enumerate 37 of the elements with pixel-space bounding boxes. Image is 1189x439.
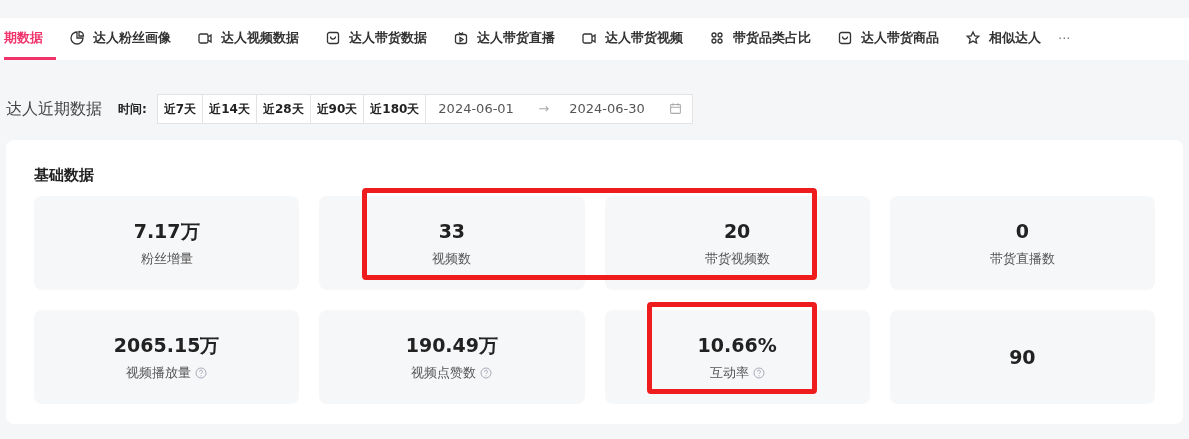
tab[interactable]: 期数据	[4, 18, 56, 60]
stat-value: 10.66%	[697, 333, 777, 359]
live-stream-icon	[453, 29, 469, 46]
star-icon	[965, 29, 981, 46]
time-label: 时间:	[118, 100, 147, 118]
stat-value: 90	[1009, 344, 1036, 370]
stat-label: 互动率	[709, 363, 749, 382]
stat-label: 视频点赞数	[411, 363, 477, 382]
stat-value: 20	[723, 219, 751, 245]
help-icon[interactable]	[480, 367, 493, 380]
stat-value: 33	[438, 219, 466, 245]
stat-label: 视频播放量	[126, 363, 192, 382]
help-icon[interactable]	[195, 367, 208, 380]
tab[interactable]: 达人带货直播	[440, 18, 568, 60]
tab[interactable]: 达人带货商品	[824, 18, 952, 60]
stat-label: 带货直播数	[989, 249, 1055, 268]
tab[interactable]: 达人带货视频	[568, 18, 696, 60]
help-icon[interactable]	[752, 367, 765, 380]
tab[interactable]: 相似达人	[952, 18, 1054, 60]
tab[interactable]: 带货品类占比	[696, 18, 824, 60]
stat-value: 0	[1015, 219, 1029, 245]
stat-value: 2065.15万	[113, 333, 220, 359]
bag-icon	[837, 29, 853, 46]
section-title: 达人近期数据	[6, 97, 102, 120]
tab[interactable]: 达人视频数据	[184, 18, 312, 60]
more-button[interactable]: ···	[1054, 18, 1075, 60]
bag-icon	[325, 29, 341, 46]
grid-icon	[709, 29, 725, 46]
stat-label: 带货视频数	[704, 249, 770, 268]
stat-value: 190.49万	[405, 333, 499, 359]
pie-chart-icon	[69, 29, 85, 46]
panel-title: 基础数据	[34, 164, 95, 186]
stat-label: 粉丝增量	[140, 249, 193, 268]
tab[interactable]: 达人带货数据	[312, 18, 440, 60]
stat-value: 7.17万	[133, 219, 200, 245]
tab[interactable]: 达人粉丝画像	[56, 18, 184, 60]
stat-label: 视频数	[432, 249, 472, 268]
